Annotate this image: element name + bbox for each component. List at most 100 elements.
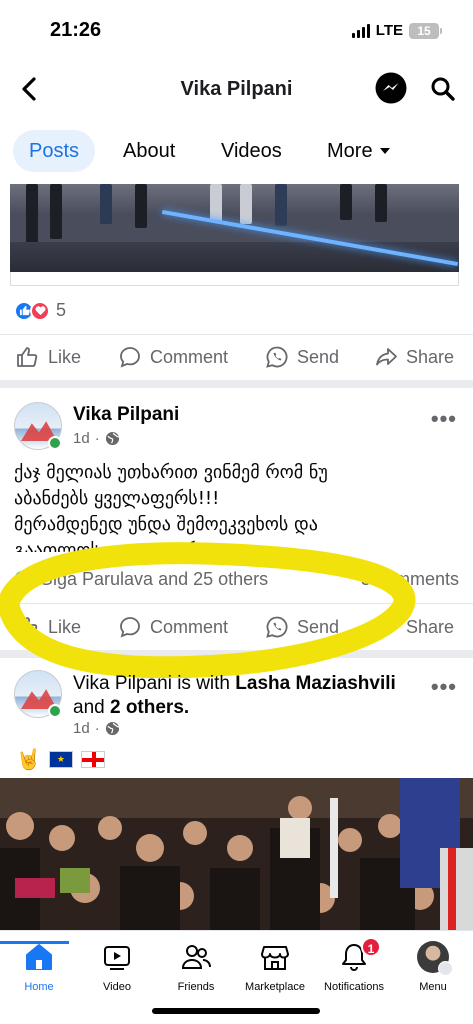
post-text: ქაჯ მელიას უთხარით ვინმემ რომ ნუ აბანძებ…	[14, 460, 454, 552]
post-meta: 1d ·	[73, 720, 120, 737]
post-text-line: ქაჯ მელიას უთხარით ვინმემ რომ ნუ	[14, 462, 328, 483]
photo-figure	[275, 184, 287, 226]
post-text-truncated: გაათლოს ყველაფერი!	[14, 538, 454, 552]
share-label: Share	[406, 346, 455, 367]
nav-label: Video	[103, 981, 131, 993]
post2-header: Vika Pilpani 1d · •••	[0, 402, 473, 458]
like-label: Like	[48, 346, 82, 367]
network-type: LTE	[375, 22, 403, 39]
comment-button[interactable]: Comment	[118, 337, 228, 377]
profile-avatar	[417, 941, 453, 976]
tab-posts[interactable]: Posts	[13, 130, 96, 172]
home-indicator[interactable]	[152, 1008, 320, 1014]
post-time[interactable]: 1d	[73, 430, 90, 447]
tab-videos[interactable]: Videos	[221, 130, 282, 172]
post1-action-bar: Like Comment Send Share	[0, 337, 473, 377]
like-label: Like	[48, 616, 82, 637]
status-bar: 21:26 LTE 15	[0, 0, 473, 60]
top-nav-bar: Vika Pilpani	[0, 64, 473, 114]
post1-reactions[interactable]: 5	[14, 300, 66, 321]
nav-video[interactable]: Video	[72, 941, 162, 993]
post-separator	[0, 380, 473, 388]
post-author-line: Vika Pilpani is with Lasha Maziashvili a…	[73, 672, 423, 720]
photo-floor	[10, 242, 459, 272]
divider	[0, 603, 473, 604]
photo-figure	[100, 184, 112, 224]
share-icon	[376, 618, 397, 636]
signal-icon	[351, 23, 370, 38]
photo-figure	[240, 184, 252, 224]
post-photo[interactable]	[10, 184, 459, 272]
meta-separator: ·	[94, 430, 100, 447]
send-label: Send	[297, 346, 340, 367]
comment-icon	[120, 617, 140, 638]
nav-menu[interactable]: Menu	[388, 941, 473, 993]
tagged-person[interactable]: Lasha Maziashvili	[235, 673, 396, 694]
post-time[interactable]: 1d	[73, 720, 90, 737]
tab-about[interactable]: About	[123, 130, 175, 172]
comment-count[interactable]: 5 comments	[361, 569, 459, 590]
post3-header: Vika Pilpani is with Lasha Maziashvili a…	[0, 670, 473, 737]
divider	[0, 334, 473, 335]
photo-figure	[210, 184, 222, 222]
eu-flag-icon: ★	[48, 751, 73, 768]
nav-marketplace[interactable]: Marketplace	[230, 941, 320, 993]
post-photo[interactable]	[0, 778, 473, 930]
photo-figure	[135, 184, 147, 228]
and-text: and	[73, 697, 105, 718]
post-text-line: გაათლოს ყველაფერი!	[14, 540, 217, 552]
status-indicators: LTE 15	[351, 22, 442, 39]
photo-figure	[26, 184, 38, 244]
globe-icon	[105, 721, 120, 736]
post2-engagement: Giga Parulava and 25 others 5 comments	[14, 568, 459, 592]
notification-badge: 1	[361, 937, 381, 957]
battery-icon: 15	[409, 22, 442, 39]
post-text-line: მერამდენედ უნდა შემოეკვეხოს და	[14, 514, 318, 535]
nav-label: Friends	[177, 981, 215, 993]
friends-icon	[181, 945, 211, 969]
send-button[interactable]: Send	[265, 607, 339, 647]
post-separator	[0, 650, 473, 658]
author-prefix[interactable]: Vika Pilpani is with	[73, 673, 230, 694]
nav-friends[interactable]: Friends	[151, 941, 241, 993]
video-icon	[104, 946, 130, 970]
tagged-others[interactable]: 2 others.	[110, 697, 189, 718]
search-icon[interactable]	[430, 76, 456, 102]
marketplace-icon	[261, 946, 289, 970]
send-button[interactable]: Send	[265, 337, 339, 377]
messenger-icon[interactable]	[375, 72, 407, 104]
photo-background	[10, 184, 459, 214]
comment-label: Comment	[150, 346, 229, 367]
nav-label: Marketplace	[245, 981, 305, 993]
comment-label: Comment	[150, 616, 229, 637]
post-options-icon[interactable]: •••	[431, 674, 457, 700]
tab-more-label: More	[327, 140, 373, 162]
menu-icon	[438, 961, 453, 976]
thumbs-up-icon	[17, 617, 38, 637]
author-name[interactable]: Vika Pilpani	[73, 404, 179, 426]
like-reaction-icon	[14, 571, 32, 589]
post-emoji-row: 🤘 ★	[16, 747, 105, 772]
thumbs-up-icon	[17, 347, 38, 367]
nav-label: Menu	[419, 981, 447, 993]
online-status-dot	[48, 436, 62, 450]
comment-button[interactable]: Comment	[118, 607, 228, 647]
georgia-flag-icon	[80, 751, 105, 768]
post2-action-bar: Like Comment Send Share	[0, 607, 473, 647]
post-options-icon[interactable]: •••	[431, 406, 457, 432]
share-icon	[376, 348, 397, 366]
like-button[interactable]: Like	[16, 607, 81, 647]
profile-tabs: Posts About Videos More	[0, 128, 473, 176]
reactors-summary[interactable]: Giga Parulava and 25 others	[39, 569, 268, 590]
nav-notifications[interactable]: 1 Notifications	[309, 937, 399, 993]
like-button[interactable]: Like	[16, 337, 81, 377]
meta-separator: ·	[94, 720, 100, 737]
share-button[interactable]: Share	[374, 337, 454, 377]
share-button[interactable]: Share	[374, 607, 454, 647]
post-text-line: აბანძებს ყველაფერს!!!	[14, 488, 220, 509]
online-status-dot	[48, 704, 62, 718]
media-frame	[10, 272, 459, 286]
photo-figure	[50, 184, 62, 239]
whatsapp-icon	[266, 346, 288, 368]
tab-more[interactable]: More	[327, 130, 391, 172]
